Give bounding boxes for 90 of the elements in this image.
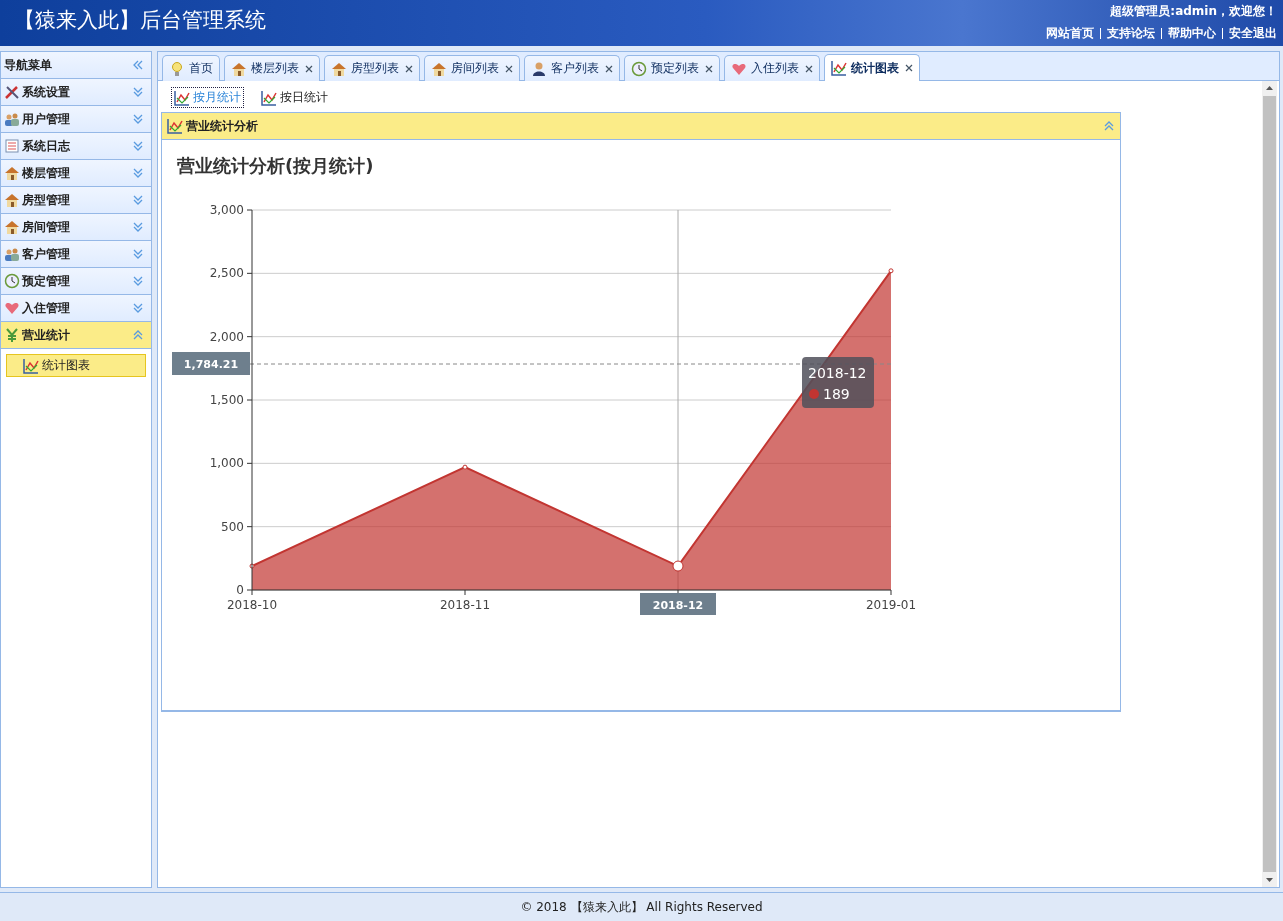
chevron-icon	[132, 302, 144, 314]
tab[interactable]: 统计图表	[824, 54, 920, 81]
tooltip-title: 2018-12	[808, 365, 867, 381]
app-title: 【猿来入此】后台管理系统	[13, 7, 266, 34]
x-tick-label: 2018-12	[652, 599, 704, 612]
y-tick-label: 3,000	[209, 203, 244, 217]
house-icon	[331, 60, 347, 77]
chevron-icon	[132, 113, 144, 125]
people-icon	[4, 111, 20, 127]
house-icon	[231, 60, 247, 77]
header-link[interactable]: 网站首页	[1046, 25, 1094, 42]
tab[interactable]: 客户列表	[524, 55, 620, 81]
clock-icon	[631, 60, 647, 77]
sidebar-item[interactable]: 房间管理	[1, 214, 151, 241]
y-tick-label: 2,000	[209, 329, 244, 344]
chevron-icon	[132, 248, 144, 260]
tooltip-value: 189	[823, 386, 850, 402]
sidebar-title: 导航菜单	[4, 56, 53, 74]
footer-text: © 2018 【猿来入此】 All Rights Reserved	[520, 898, 763, 916]
sidebar-item[interactable]: 楼层管理	[1, 160, 151, 187]
ref-line-label: 1,784.21	[183, 358, 239, 371]
clock-icon	[4, 273, 20, 289]
close-icon[interactable]	[905, 64, 913, 72]
sidebar-item[interactable]: 房型管理	[1, 187, 151, 214]
scrollbar[interactable]	[1262, 81, 1277, 887]
close-icon[interactable]	[605, 64, 613, 73]
collapse-icon[interactable]	[132, 59, 144, 71]
house-icon	[431, 60, 447, 77]
chart-icon	[831, 60, 847, 76]
toolbar-button[interactable]: 按日统计	[258, 87, 331, 108]
y-tick-label: 500	[221, 519, 244, 534]
chart-icon	[23, 357, 39, 374]
tab[interactable]: 首页	[162, 55, 220, 81]
house-icon	[4, 165, 20, 181]
y-tick-label: 0	[236, 583, 244, 597]
chart-title: 营业统计分析(按月统计)	[177, 155, 374, 176]
welcome-text: 超级管理员:admin，欢迎您！	[1110, 3, 1277, 20]
sidebar-item[interactable]: 客户管理	[1, 241, 151, 268]
tab[interactable]: 楼层列表	[224, 55, 320, 81]
data-point	[462, 464, 468, 470]
log-icon	[4, 138, 20, 154]
chart-icon	[261, 89, 277, 106]
header-link[interactable]: 安全退出	[1229, 25, 1277, 42]
header-link[interactable]: 支持论坛	[1107, 25, 1155, 42]
chart-icon	[174, 89, 190, 106]
panel-title: 营业统计分析	[186, 117, 259, 135]
sidebar-item[interactable]: 入住管理	[1, 295, 151, 322]
data-point	[249, 563, 255, 569]
chevron-icon	[132, 329, 144, 341]
data-point	[672, 560, 684, 572]
house-icon	[4, 192, 20, 208]
close-icon[interactable]	[805, 64, 813, 73]
x-tick-label: 2018-11	[439, 598, 491, 612]
chevron-icon	[132, 194, 144, 206]
person-icon	[531, 60, 547, 77]
house-icon	[4, 219, 20, 235]
tab[interactable]: 房间列表	[424, 55, 520, 81]
chevron-icon	[132, 275, 144, 287]
tooltip	[802, 357, 874, 408]
close-icon[interactable]	[505, 64, 513, 73]
sidebar-item[interactable]: 系统日志	[1, 133, 151, 160]
yen-icon	[4, 327, 20, 343]
chevron-icon	[132, 140, 144, 152]
data-point	[888, 268, 894, 274]
sidebar-item[interactable]: 系统设置	[1, 79, 151, 106]
header-link[interactable]: 帮助中心	[1168, 25, 1216, 42]
y-tick-label: 2,500	[209, 266, 244, 281]
close-icon[interactable]	[305, 64, 313, 73]
sidebar-item[interactable]: 营业统计	[1, 322, 151, 349]
tools-icon	[4, 84, 20, 100]
tab[interactable]: 入住列表	[724, 55, 820, 81]
sidebar-subitem[interactable]: 统计图表	[6, 354, 146, 377]
bulb-icon	[169, 60, 185, 77]
chevron-icon	[132, 167, 144, 179]
chevron-icon	[132, 86, 144, 98]
chevron-icon	[132, 221, 144, 233]
heart-icon	[4, 300, 20, 316]
x-tick-label: 2019-01	[865, 598, 917, 612]
toolbar-button[interactable]: 按月统计	[171, 87, 244, 108]
sidebar-item[interactable]: 用户管理	[1, 106, 151, 133]
tab[interactable]: 房型列表	[324, 55, 420, 81]
x-tick-label: 2018-10	[226, 598, 278, 612]
people-icon	[4, 246, 20, 262]
close-icon[interactable]	[705, 64, 713, 73]
tab[interactable]: 预定列表	[624, 55, 720, 81]
y-tick-label: 1,000	[209, 456, 244, 471]
sidebar-item[interactable]: 预定管理	[1, 268, 151, 295]
y-tick-label: 1,500	[209, 393, 244, 407]
close-icon[interactable]	[405, 64, 413, 73]
chart-icon	[167, 118, 183, 134]
